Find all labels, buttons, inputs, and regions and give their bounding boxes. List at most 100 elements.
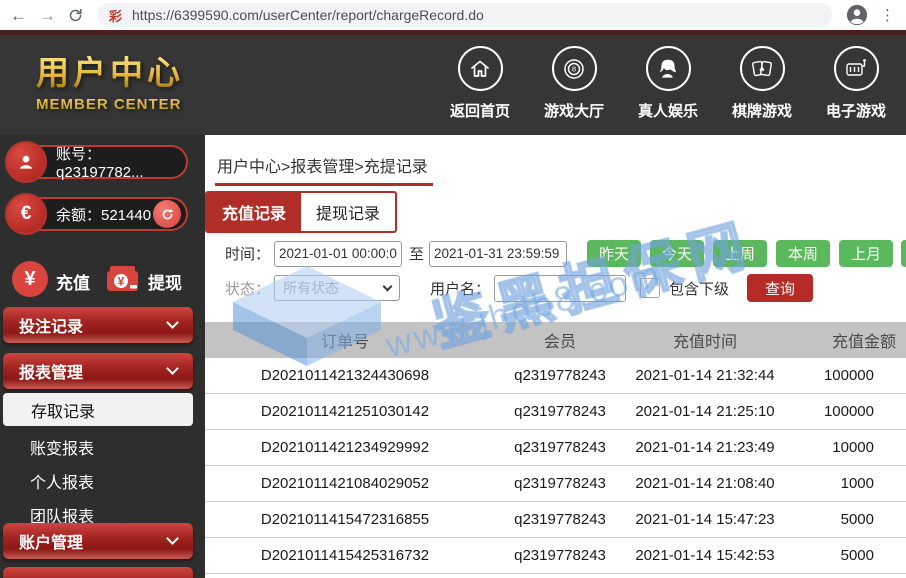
nav-item-board-cards[interactable]: ♣ 棋牌游戏 [726, 46, 798, 121]
table-header: 订单号 会员 充值时间 充值金额 [205, 322, 906, 358]
username-label: 用户名： [430, 278, 490, 299]
cell-member: q2319778243 [485, 403, 635, 420]
menu-label: 报表管理 [19, 359, 83, 383]
last-week-button[interactable]: 上周 [713, 240, 767, 267]
breadcrumb-underline [215, 183, 433, 186]
nav-item-live-casino[interactable]: 真人娱乐 [632, 46, 704, 121]
breadcrumb: 用户中心>报表管理>充提记录 [217, 153, 428, 177]
browser-toolbar: ← → 彩 ⋮ [0, 0, 906, 30]
col-charge-time: 充值时间 [635, 328, 775, 352]
search-button[interactable]: 查询 [747, 274, 813, 302]
deposit-icon[interactable]: ¥ [12, 261, 48, 297]
sidebar-item-account-mgmt[interactable]: 账户管理 [3, 523, 193, 559]
balance-label: 余额：521440 [56, 204, 151, 225]
table-row: D2021011421234929992 q2319778243 2021-01… [205, 430, 906, 466]
menu-label: 账户管理 [19, 529, 83, 553]
sidebar-item-personal-report[interactable]: 个人报表 [30, 469, 94, 493]
sidebar-item-agent-mgmt[interactable]: 代理管理 [3, 567, 193, 578]
include-sub-checkbox[interactable] [640, 278, 660, 298]
board-cards-icon: ♣ [740, 46, 785, 91]
svg-text:♣: ♣ [759, 65, 765, 73]
yesterday-button[interactable]: 昨天 [587, 240, 641, 267]
tab-charge-records[interactable]: 充值记录 [207, 193, 301, 231]
withdraw-icon[interactable]: ¥ [106, 265, 142, 300]
status-label: 状态： [225, 278, 270, 299]
home-icon [458, 46, 503, 91]
browser-refresh-icon[interactable] [68, 8, 83, 23]
profile-icon[interactable] [846, 4, 868, 26]
url-bar[interactable]: 彩 [97, 3, 832, 27]
cell-charge-time: 2021-01-14 15:42:53 [635, 547, 775, 564]
cell-member: q2319778243 [485, 511, 635, 528]
user-icon [5, 141, 47, 183]
col-order-no: 订单号 [205, 328, 485, 352]
cell-order-no: D2021011415472316855 [205, 511, 485, 528]
site-header: 用户中心 MEMBER CENTER 返回首页 8 游戏大 [0, 30, 906, 135]
nav-item-home[interactable]: 返回首页 [444, 46, 516, 121]
cell-charge-time: 2021-01-14 15:47:23 [635, 511, 775, 528]
sidebar: 账号：q23197782... € 余额：521440 ¥ 充值 ¥ 提现 [0, 135, 205, 578]
chevron-down-icon [166, 362, 179, 375]
quick-date-buttons: 昨天 今天 上周 本周 上月 [587, 240, 893, 267]
col-member: 会员 [485, 328, 635, 352]
nav-label: 游戏大厅 [544, 100, 604, 121]
cell-order-no: D2021011415425316732 [205, 547, 485, 564]
filter-row-status: 状态： 所有状态 用户名： 包含下级 查询 [225, 274, 813, 302]
menu-label: 投注记录 [19, 313, 83, 337]
clipped-quick-button[interactable] [901, 240, 906, 267]
cell-member: q2319778243 [485, 439, 635, 456]
game-hall-icon: 8 [552, 46, 597, 91]
chevron-down-icon [383, 282, 393, 292]
cell-order-no: D2021011421234929992 [205, 439, 485, 456]
cell-charge-amount: 5000 [775, 511, 906, 528]
nav-item-game-hall[interactable]: 8 游戏大厅 [538, 46, 610, 121]
chevron-down-icon [166, 532, 179, 545]
nav-label: 电子游戏 [826, 100, 886, 121]
date-to-input[interactable] [429, 241, 567, 267]
cell-charge-amount: 5000 [775, 547, 906, 564]
col-charge-amount: 充值金额 [775, 328, 906, 352]
filter-row-time: 时间： 至 昨天 今天 上周 本周 上月 [225, 240, 893, 267]
table-row: D2021011421084029052 q2319778243 2021-01… [205, 466, 906, 502]
svg-text:¥: ¥ [118, 275, 125, 289]
last-month-button[interactable]: 上月 [839, 240, 893, 267]
nav-item-slots[interactable]: 电子游戏 [820, 46, 892, 121]
sidebar-item-report-mgmt[interactable]: 报表管理 [3, 353, 193, 389]
logo-subtitle: MEMBER CENTER [36, 96, 184, 113]
date-from-input[interactable] [274, 241, 402, 267]
browser-back-icon[interactable]: ← [10, 7, 27, 24]
sidebar-item-account-change-report[interactable]: 账变报表 [30, 435, 94, 459]
table-row: D2021011421324430698 q2319778243 2021-01… [205, 358, 906, 394]
time-label: 时间： [225, 243, 270, 264]
live-casino-icon [646, 46, 691, 91]
refresh-balance-icon[interactable] [153, 200, 181, 228]
url-input[interactable] [130, 6, 820, 24]
deposit-button[interactable]: 充值 [56, 269, 90, 294]
logo-title: 用户中心 [36, 56, 184, 89]
nav-label: 棋牌游戏 [732, 100, 792, 121]
record-tabs: 充值记录 提现记录 [205, 191, 397, 233]
browser-menu-icon[interactable]: ⋮ [880, 6, 896, 24]
browser-forward-icon[interactable]: → [39, 7, 56, 24]
status-select[interactable]: 所有状态 [274, 275, 400, 301]
account-pill: 账号：q23197782... [8, 145, 188, 179]
tab-withdraw-records[interactable]: 提现记录 [301, 193, 395, 231]
cell-order-no: D2021011421084029052 [205, 475, 485, 492]
cell-member: q2319778243 [485, 367, 635, 384]
status-selected-value: 所有状态 [283, 278, 339, 298]
this-week-button[interactable]: 本周 [776, 240, 830, 267]
site-favicon: 彩 [109, 6, 122, 25]
sidebar-item-deposit-withdraw-records[interactable]: 存取记录 [3, 393, 193, 426]
page: 用户中心 MEMBER CENTER 返回首页 8 游戏大 [0, 30, 906, 578]
site-logo: 用户中心 MEMBER CENTER [36, 56, 184, 113]
sidebar-item-bet-records[interactable]: 投注记录 [3, 307, 193, 343]
table-row: D2021011415472316855 q2319778243 2021-01… [205, 502, 906, 538]
withdraw-button[interactable]: 提现 [148, 269, 182, 294]
cell-member: q2319778243 [485, 475, 635, 492]
today-button[interactable]: 今天 [650, 240, 704, 267]
chevron-down-icon [166, 316, 179, 329]
username-input[interactable] [494, 275, 626, 302]
cell-charge-amount: 100000 [775, 367, 906, 384]
cell-charge-time: 2021-01-14 21:08:40 [635, 475, 775, 492]
coin-icon: € [5, 193, 47, 235]
